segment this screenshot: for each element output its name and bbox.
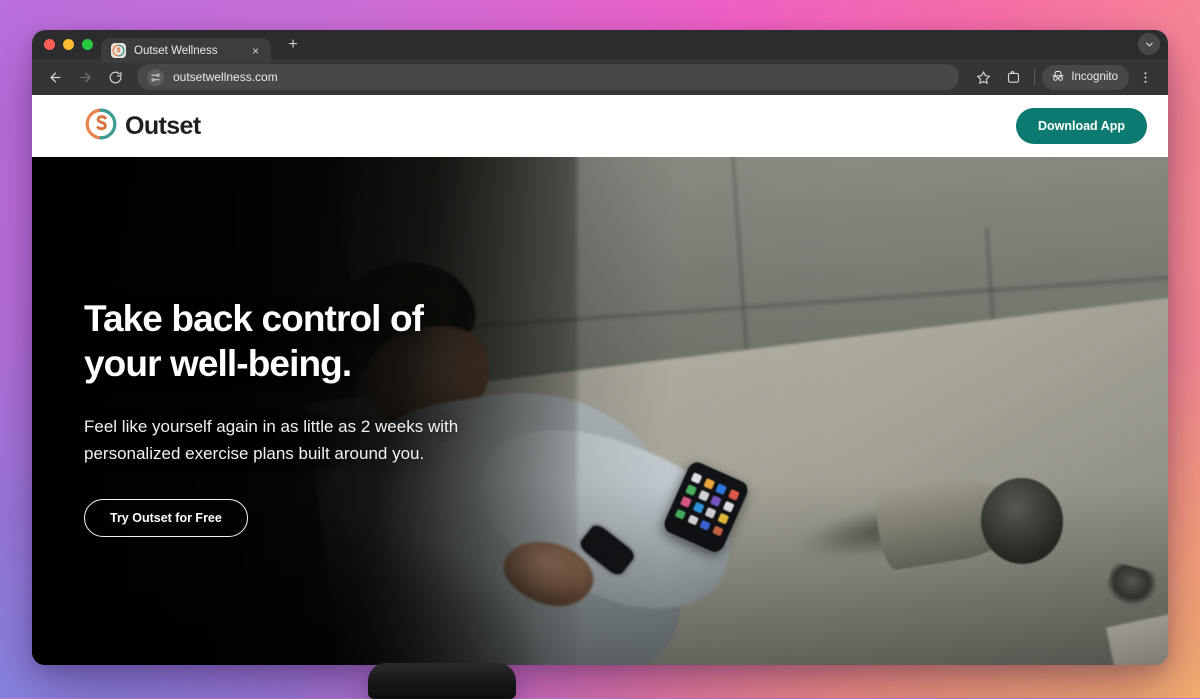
hero-content: Take back control of your well-being. Fe… (84, 297, 604, 537)
browser-window: Outset Wellness × + (32, 30, 1168, 665)
hero-subtitle: Feel like yourself again in as little as… (84, 413, 604, 468)
outset-s-circle-icon (84, 107, 118, 146)
outset-logo-icon (111, 43, 126, 58)
close-icon[interactable]: × (248, 43, 263, 58)
brand-name: Outset (125, 112, 201, 141)
three-dot-menu-icon[interactable] (1131, 63, 1159, 91)
site-header: Outset Download App (32, 95, 1168, 157)
try-outset-for-free-button[interactable]: Try Outset for Free (84, 499, 248, 537)
incognito-hat-icon (1051, 69, 1065, 86)
reload-button[interactable] (101, 63, 129, 91)
hero-section: Take back control of your well-being. Fe… (32, 157, 1168, 665)
window-minimize-button[interactable] (63, 39, 74, 50)
incognito-label: Incognito (1071, 71, 1118, 83)
brand-logo[interactable]: Outset (84, 107, 201, 146)
back-button[interactable] (41, 63, 69, 91)
browser-tab-strip: Outset Wellness × + (32, 30, 1168, 59)
incognito-indicator[interactable]: Incognito (1042, 65, 1129, 90)
page-viewport: Outset Download App (32, 95, 1168, 665)
extensions-icon[interactable] (999, 63, 1027, 91)
tune-sliders-icon[interactable] (147, 69, 164, 86)
toolbar-divider (1034, 69, 1035, 85)
address-bar[interactable]: outsetwellness.com (137, 64, 959, 90)
toolbar-right-group: Incognito (969, 63, 1159, 91)
browser-tab-active[interactable]: Outset Wellness × (101, 38, 271, 63)
star-icon[interactable] (969, 63, 997, 91)
phone-mockup-peek (368, 663, 516, 699)
browser-toolbar: outsetwellness.com (32, 59, 1168, 95)
url-text: outsetwellness.com (173, 70, 278, 84)
forward-button[interactable] (71, 63, 99, 91)
window-close-button[interactable] (44, 39, 55, 50)
browser-tab-title: Outset Wellness (134, 45, 240, 57)
window-maximize-button[interactable] (82, 39, 93, 50)
chevron-down-icon[interactable] (1138, 33, 1160, 55)
window-traffic-lights (40, 30, 101, 59)
download-app-button[interactable]: Download App (1016, 108, 1147, 144)
hero-title: Take back control of your well-being. (84, 297, 604, 387)
new-tab-button[interactable]: + (281, 33, 305, 57)
